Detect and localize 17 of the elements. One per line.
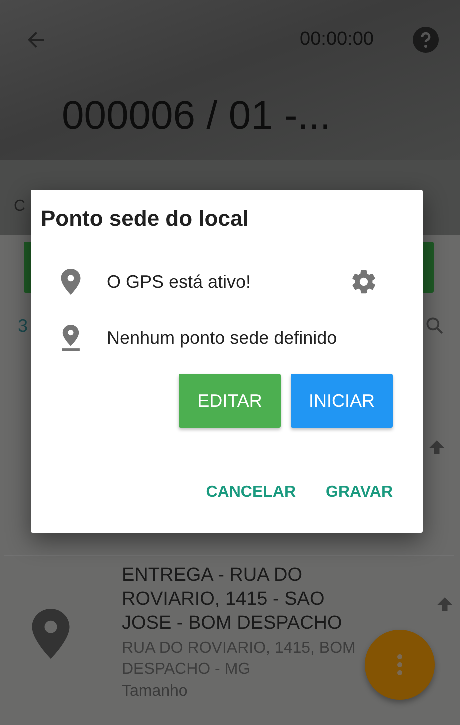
pin-on-line-icon	[61, 325, 81, 351]
dialog-action[interactable]: GRAVAR	[326, 484, 393, 502]
count-text: 3	[18, 316, 28, 336]
more-icon	[397, 654, 403, 676]
location-pin-icon	[32, 609, 70, 659]
dialog-title: Ponto sede do local	[41, 206, 250, 232]
settings-icon[interactable]	[350, 268, 378, 296]
location-pin-icon	[61, 269, 81, 295]
action-button[interactable]: EDITAR	[179, 374, 281, 428]
more-button[interactable]	[365, 630, 435, 700]
search-icon[interactable]	[424, 315, 446, 337]
help-icon[interactable]	[412, 26, 440, 54]
status-text: O GPS está ativo!	[107, 272, 252, 292]
dialog-action[interactable]: CANCELAR	[206, 484, 296, 502]
status-text: Nenhum ponto sede definido	[107, 328, 338, 348]
stop-title: ENTREGA - RUA DO ROVIARIO, 1415 - SAO JOSE - BOM DESPACHO	[122, 564, 344, 636]
action-button[interactable]: INICIAR	[291, 374, 393, 428]
